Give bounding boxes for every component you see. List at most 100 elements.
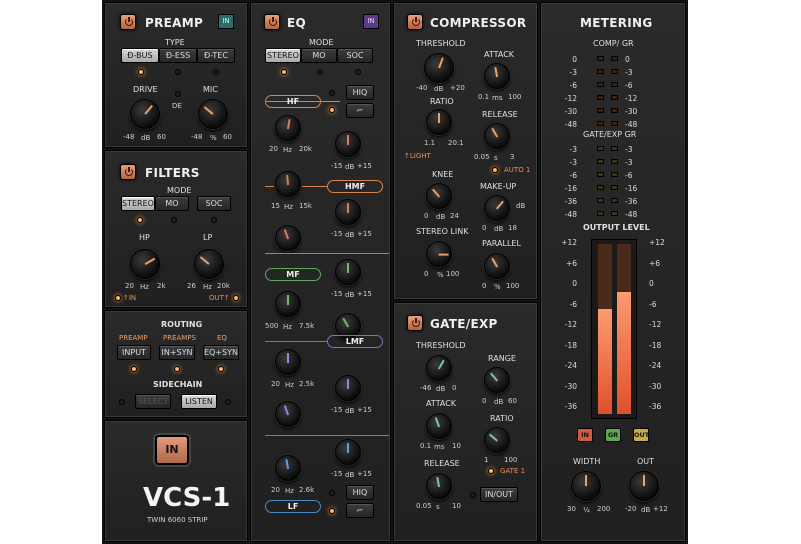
preamp-in-badge[interactable]: IN	[218, 14, 234, 29]
gate-power-button[interactable]	[407, 315, 423, 331]
hf-shelf-button[interactable]: ⌐	[346, 103, 374, 118]
meter-left-bar	[598, 308, 612, 414]
lf-shelf-button[interactable]: ⌐	[346, 503, 374, 518]
lp-max: 20k	[217, 282, 230, 290]
gate-gr-left-value: -48	[564, 210, 577, 219]
stereo-link-knob[interactable]	[426, 241, 452, 267]
gate-gr-led	[597, 185, 604, 190]
type-dbus-button[interactable]: Ð-BUS	[121, 48, 159, 63]
gate-gr-led	[611, 172, 618, 177]
comp-knee-knob[interactable]	[426, 183, 452, 209]
gate-gr-right-value: -16	[625, 184, 638, 193]
hp-knob[interactable]	[130, 249, 160, 279]
hmf-q-knob[interactable]	[275, 225, 301, 251]
at-max: 100	[508, 93, 522, 101]
meter-in-button[interactable]: IN	[577, 428, 593, 442]
g-re-min: 0.05	[416, 502, 432, 510]
out-knob[interactable]	[629, 471, 659, 501]
k10-min: -15	[331, 470, 343, 478]
gate-gr-led	[597, 146, 604, 151]
ratio-label: RATIO	[430, 97, 454, 106]
eq-soc-button[interactable]: SOC	[337, 48, 373, 63]
eq-stereo-button[interactable]: STEREO	[265, 48, 301, 63]
comp-gr-label: COMP/ GR	[593, 39, 634, 48]
hmf-gain-knob[interactable]	[335, 199, 361, 225]
lmf-q-knob[interactable]	[275, 401, 301, 427]
filters-stereo-button[interactable]: STEREO	[121, 196, 155, 211]
gate-inout-button[interactable]: IN/OUT	[480, 487, 518, 502]
lf-freq-knob[interactable]	[275, 455, 301, 481]
type-dess-button[interactable]: Ð-ESS	[159, 48, 197, 63]
eq-mode-led	[317, 69, 323, 75]
meter-out-button[interactable]: OUT	[633, 428, 649, 442]
routing-led	[174, 366, 180, 372]
auto-toggle[interactable]: AUTO 1	[504, 167, 530, 174]
comp-attack-knob[interactable]	[484, 63, 510, 89]
comp-makeup-knob[interactable]	[484, 195, 510, 221]
gate-range-knob[interactable]	[484, 367, 510, 393]
comp-power-button[interactable]	[407, 14, 423, 30]
width-knob[interactable]	[571, 471, 601, 501]
routing-eq-syn-button[interactable]: EQ+SYN	[203, 345, 239, 360]
master-in-button[interactable]: IN	[155, 435, 189, 465]
range-label: RANGE	[488, 354, 516, 363]
threshold-label: THRESHOLD	[416, 39, 466, 48]
mic-label: MIC	[203, 85, 218, 94]
gate-attack-knob[interactable]	[426, 413, 452, 439]
hmf-freq-knob[interactable]	[275, 171, 301, 197]
k3-min: 15	[271, 202, 280, 210]
meter-gr-button[interactable]: GR	[605, 428, 621, 442]
mf-gain-knob[interactable]	[335, 259, 361, 285]
lf-gain-knob[interactable]	[335, 439, 361, 465]
parallel-knob[interactable]	[484, 253, 510, 279]
filters-mo-button[interactable]: MO	[155, 196, 189, 211]
lmf-freq-knob[interactable]	[275, 349, 301, 375]
lp-out-toggle[interactable]: OUT↑	[209, 295, 230, 302]
eq-mo-button[interactable]: MO	[301, 48, 337, 63]
scale-right-value: +12	[649, 238, 665, 247]
drive-knob[interactable]	[130, 99, 160, 129]
hf-freq-knob[interactable]	[275, 115, 301, 141]
g-ra-min: 1	[484, 456, 489, 464]
rg-max: 60	[508, 397, 517, 405]
hiq-button[interactable]: HIQ	[346, 85, 374, 100]
scale-left-value: -36	[564, 402, 577, 411]
k4-min: -15	[331, 230, 343, 238]
filters-soc-button[interactable]: SOC	[197, 196, 231, 211]
sidechain-listen-button[interactable]: LISTEN	[181, 394, 217, 409]
comp-ratio-knob[interactable]	[426, 109, 452, 135]
lmf-gain-knob[interactable]	[335, 375, 361, 401]
type-dtec-button[interactable]: Ð-TEC	[197, 48, 235, 63]
eq-power-button[interactable]	[264, 14, 280, 30]
g-re-unit: s	[436, 503, 440, 511]
routing-input-button[interactable]: INPUT	[117, 345, 151, 360]
lf-hiq-button[interactable]: HIQ	[346, 485, 374, 500]
gate-threshold-knob[interactable]	[426, 355, 452, 381]
lf-shelf-led	[329, 508, 335, 514]
gate1-toggle[interactable]: GATE 1	[500, 468, 525, 475]
gate-panel: GATE/EXP THRESHOLD -46 dB 0 RANGE 0 dB 6…	[393, 302, 538, 542]
filters-power-button[interactable]	[120, 164, 136, 180]
eq-in-badge[interactable]: IN	[363, 14, 379, 29]
gate-gr-right-value: -3	[625, 145, 633, 154]
lp-knob[interactable]	[194, 249, 224, 279]
makeup-label: MAKE-UP	[480, 182, 517, 191]
mic-knob[interactable]	[198, 99, 228, 129]
k5-max: +15	[357, 290, 372, 298]
light-toggle[interactable]: ↑LIGHT	[404, 153, 431, 160]
preamp-type-label: TYPE	[165, 38, 185, 47]
preamp-power-button[interactable]	[120, 14, 136, 30]
k3-unit: Hz	[284, 203, 293, 211]
sidechain-select-button[interactable]: SELECT	[135, 394, 171, 409]
sidechain-label: SIDECHAIN	[153, 380, 203, 389]
hp-in-toggle[interactable]: ↑IN	[123, 295, 136, 302]
mic-unit: %	[210, 134, 217, 142]
hf-gain-knob[interactable]	[335, 131, 361, 157]
gate-release-knob[interactable]	[426, 473, 452, 499]
lp-label: LP	[203, 233, 213, 242]
gate-ratio-knob[interactable]	[484, 427, 510, 453]
mf-freq-knob[interactable]	[275, 291, 301, 317]
comp-release-knob[interactable]	[484, 123, 510, 149]
comp-threshold-knob[interactable]	[424, 53, 454, 83]
routing-in-syn-button[interactable]: IN+SYN	[159, 345, 195, 360]
